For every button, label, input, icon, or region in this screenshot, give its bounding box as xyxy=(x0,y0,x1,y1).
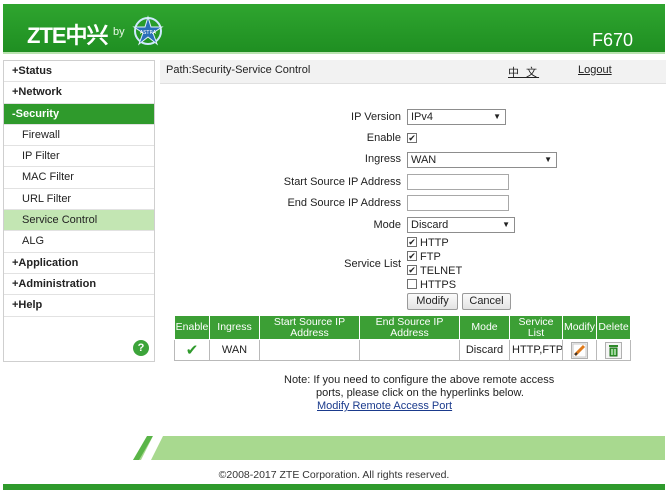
device-model: F670 xyxy=(591,30,633,50)
trash-icon[interactable] xyxy=(605,341,622,359)
start-source-ip-input[interactable] xyxy=(407,174,509,190)
note-line-2: ports, please click on the hyperlinks be… xyxy=(316,387,524,399)
service-https-label: HTTPS xyxy=(420,279,457,291)
mode-label: Mode xyxy=(373,219,401,231)
col-header-ingress: Ingress xyxy=(209,315,260,340)
path-bar: Path:Security-Service Control 中 文 Logout xyxy=(160,60,666,84)
sidebar-item-alg[interactable]: ALG xyxy=(4,231,154,253)
sidebar-item-network[interactable]: +Network xyxy=(4,82,154,104)
col-header-delete: Delete xyxy=(596,315,631,340)
mode-value: Discard xyxy=(411,219,449,231)
sidebar-item-ip-filter[interactable]: IP Filter xyxy=(4,146,154,168)
sidebar-item-firewall[interactable]: Firewall xyxy=(4,125,154,147)
sidebar-item-help[interactable]: +Help xyxy=(4,295,154,317)
header-banner: ZTE中兴 by ASTRA F670 xyxy=(3,4,665,54)
col-header-start-ip: Start Source IP Address xyxy=(259,315,360,340)
ingress-value: WAN xyxy=(411,154,437,166)
service-http-checkbox[interactable]: ✔ xyxy=(407,237,417,247)
table-header-row: Enable Ingress Start Source IP Address E… xyxy=(174,315,631,340)
language-link[interactable]: 中 文 xyxy=(508,64,539,80)
ingress-select[interactable]: WAN ▼ xyxy=(407,152,557,168)
help-icon[interactable]: ? xyxy=(133,340,149,356)
service-telnet-checkbox[interactable]: ✔ xyxy=(407,265,417,275)
col-header-enable: Enable xyxy=(174,315,210,340)
chevron-down-icon: ▼ xyxy=(502,220,510,229)
sidebar-item-security[interactable]: -Security xyxy=(4,103,154,125)
row-start-ip-cell xyxy=(259,339,360,361)
table-row: ✔ WAN Discard HTTP,FTP,TELNET xyxy=(174,339,631,361)
col-header-modify: Modify xyxy=(562,315,597,340)
note-text: Note: If you need to configure the above… xyxy=(284,374,554,400)
row-ingress-cell: WAN xyxy=(209,339,260,361)
sidebar-item-administration[interactable]: +Administration xyxy=(4,274,154,296)
main-content: Path:Security-Service Control 中 文 Logout… xyxy=(160,60,666,420)
ip-version-label: IP Version xyxy=(351,111,401,123)
service-https-checkbox[interactable] xyxy=(407,279,417,289)
zte-logo: ZTE中兴 xyxy=(27,23,109,48)
sidebar-item-application[interactable]: +Application xyxy=(4,253,154,274)
ingress-label: Ingress xyxy=(364,153,401,165)
service-ftp-checkbox[interactable]: ✔ xyxy=(407,251,417,261)
sidebar-nav: +Status +Network -Security Firewall IP F… xyxy=(3,60,155,362)
modify-remote-access-port-link[interactable]: Modify Remote Access Port xyxy=(317,400,452,412)
chevron-down-icon: ▼ xyxy=(493,112,501,121)
service-http-label: HTTP xyxy=(420,237,449,249)
end-source-ip-input[interactable] xyxy=(407,195,509,211)
row-enable-cell: ✔ xyxy=(174,339,210,361)
astra-logo-icon: ASTRA xyxy=(132,15,164,46)
ip-version-select[interactable]: IPv4 ▼ xyxy=(407,109,506,125)
sidebar-item-status[interactable]: +Status xyxy=(4,61,154,83)
service-list-label: Service List xyxy=(344,258,401,270)
enable-label: Enable xyxy=(366,132,401,144)
sidebar-item-mac-filter[interactable]: MAC Filter xyxy=(4,167,154,189)
footer-bottom-line xyxy=(3,484,665,490)
astra-logo-text: ASTRA xyxy=(140,30,157,36)
ip-version-value: IPv4 xyxy=(411,111,434,123)
col-header-mode: Mode xyxy=(459,315,510,340)
footer-stripe xyxy=(3,436,665,460)
breadcrumb: Path:Security-Service Control xyxy=(166,64,311,76)
service-ftp-label: FTP xyxy=(420,251,441,263)
end-source-ip-label: End Source IP Address xyxy=(287,197,401,209)
logout-link[interactable]: Logout xyxy=(578,64,612,76)
note-line-1: Note: If you need to configure the above… xyxy=(284,374,555,386)
edit-pencil-icon[interactable] xyxy=(571,341,588,359)
start-source-ip-label: Start Source IP Address xyxy=(283,176,401,188)
mode-select[interactable]: Discard ▼ xyxy=(407,217,515,233)
checkmark-icon: ✔ xyxy=(185,342,199,359)
col-header-service-list: Service List xyxy=(509,315,563,340)
row-delete-cell xyxy=(596,339,631,361)
modify-button[interactable]: Modify xyxy=(407,293,458,310)
copyright-text: ©2008-2017 ZTE Corporation. All rights r… xyxy=(218,469,450,481)
service-telnet-label: TELNET xyxy=(420,265,463,277)
service-control-table: Enable Ingress Start Source IP Address E… xyxy=(174,315,631,361)
chevron-down-icon: ▼ xyxy=(544,155,552,164)
row-end-ip-cell xyxy=(359,339,460,361)
cancel-button[interactable]: Cancel xyxy=(462,293,511,310)
col-header-end-ip: End Source IP Address xyxy=(359,315,460,340)
row-mode-cell: Discard xyxy=(459,339,510,361)
sidebar-item-url-filter[interactable]: URL Filter xyxy=(4,189,154,211)
logo-by-text: by xyxy=(113,26,125,38)
row-service-list-cell: HTTP,FTP,TELNET xyxy=(509,339,563,361)
enable-checkbox[interactable]: ✔ xyxy=(407,133,417,143)
sidebar-item-service-control[interactable]: Service Control xyxy=(4,210,154,232)
row-modify-cell xyxy=(562,339,597,361)
